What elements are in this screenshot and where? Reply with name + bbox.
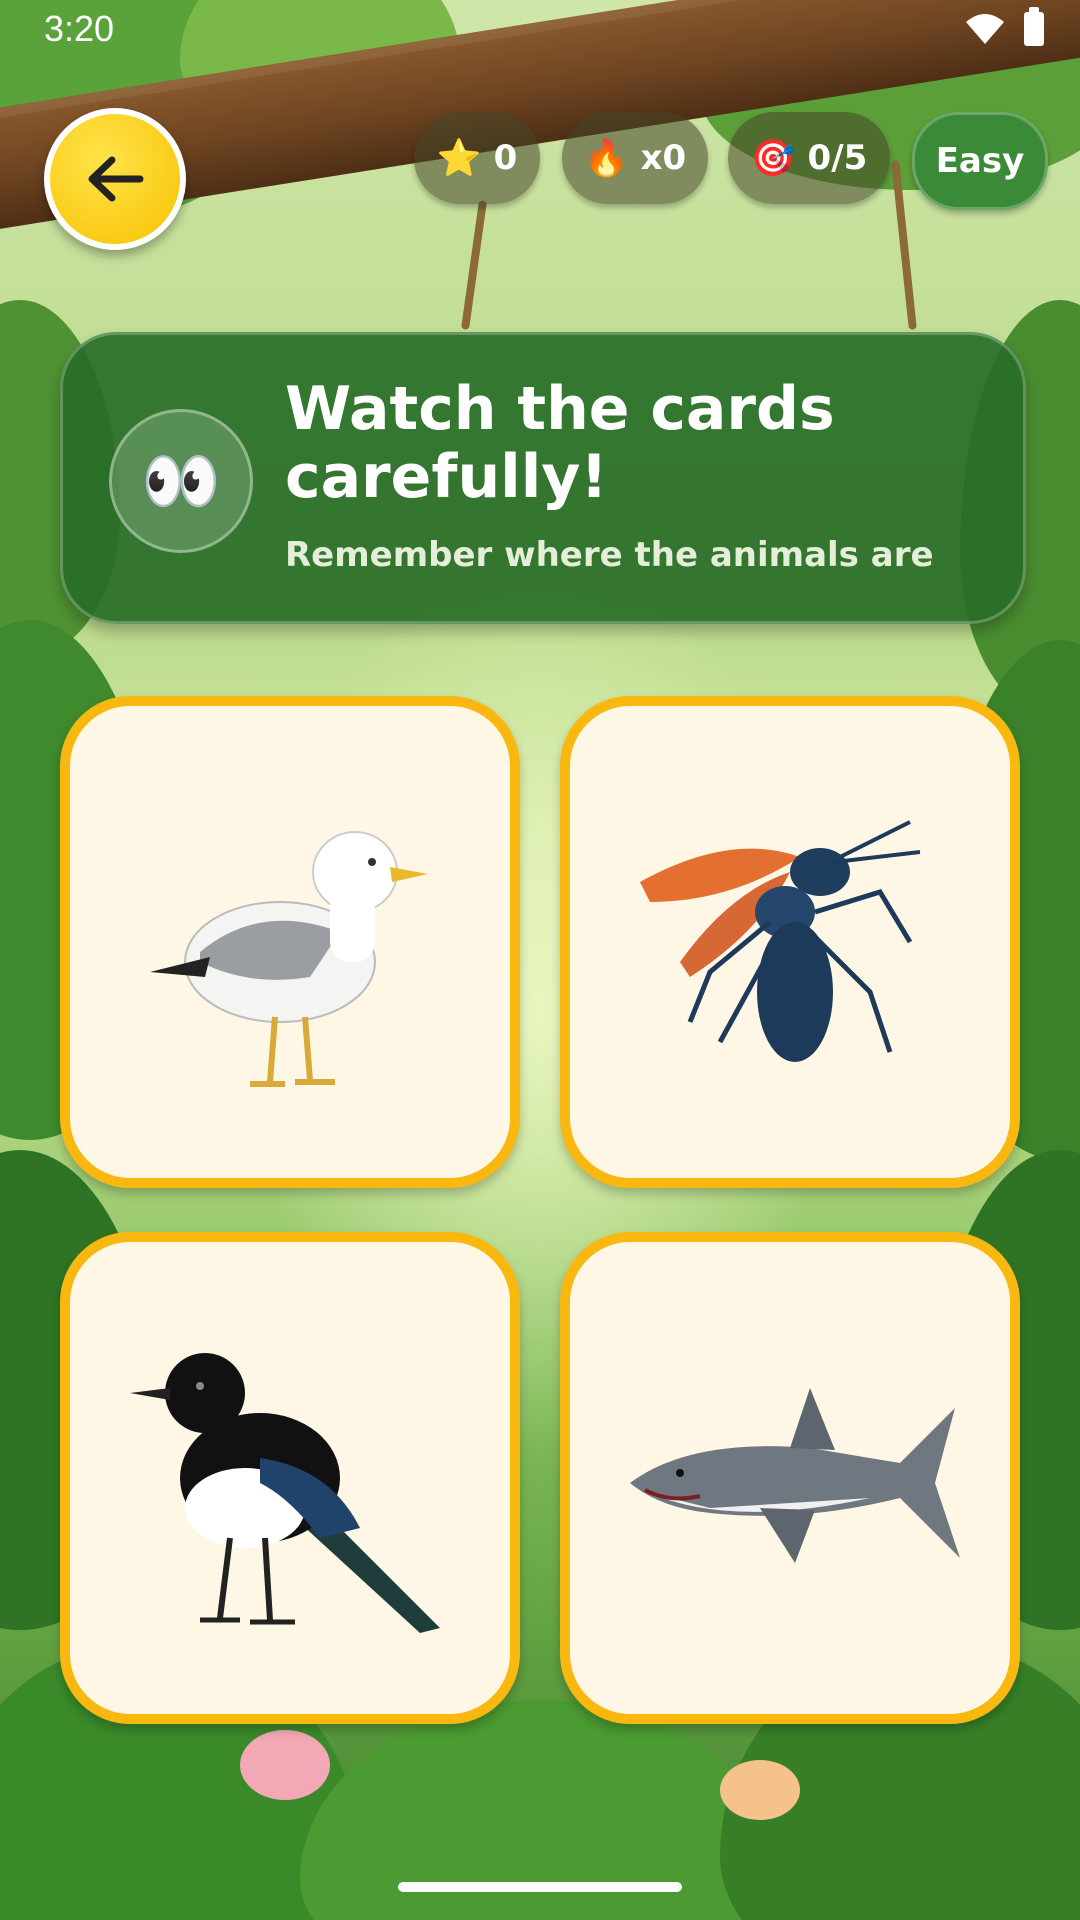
arrow-left-icon	[88, 156, 144, 202]
streak-value: x0	[640, 138, 687, 178]
memory-card-shark[interactable]	[560, 1232, 1020, 1724]
banner-title: Watch the cards carefully!	[285, 374, 835, 512]
wifi-icon	[966, 14, 1004, 44]
difficulty-label: Easy	[935, 141, 1025, 181]
eyes-icon-circle: 👀	[109, 409, 253, 553]
fire-icon: 🔥	[583, 138, 629, 179]
progress-counter: 🎯 0/5	[728, 112, 890, 204]
back-button[interactable]	[44, 108, 186, 250]
home-indicator[interactable]	[398, 1882, 682, 1892]
memory-card-wasp[interactable]	[560, 696, 1020, 1188]
progress-value: 0/5	[807, 138, 868, 178]
shark-icon	[630, 1388, 960, 1563]
instruction-banner: 👀 Watch the cards carefully! Remember wh…	[60, 332, 1026, 624]
battery-icon	[1024, 7, 1044, 46]
streak-counter: 🔥 x0	[562, 112, 708, 204]
status-bar: 3:20	[0, 0, 1080, 60]
seagull-icon	[150, 831, 428, 1087]
wasp-icon	[640, 820, 921, 1062]
star-icon: ⭐	[436, 138, 482, 179]
stars-counter: ⭐ 0	[414, 112, 540, 204]
stars-value: 0	[493, 138, 518, 178]
memory-card-magpie[interactable]	[60, 1232, 520, 1724]
status-time: 3:20	[44, 8, 115, 49]
difficulty-badge[interactable]: Easy	[912, 112, 1048, 210]
eyes-icon: 👀	[141, 444, 221, 519]
target-icon: 🎯	[750, 138, 796, 179]
banner-subtitle: Remember where the animals are	[285, 535, 934, 575]
magpie-icon	[130, 1353, 440, 1633]
memory-card-seagull[interactable]	[60, 696, 520, 1188]
